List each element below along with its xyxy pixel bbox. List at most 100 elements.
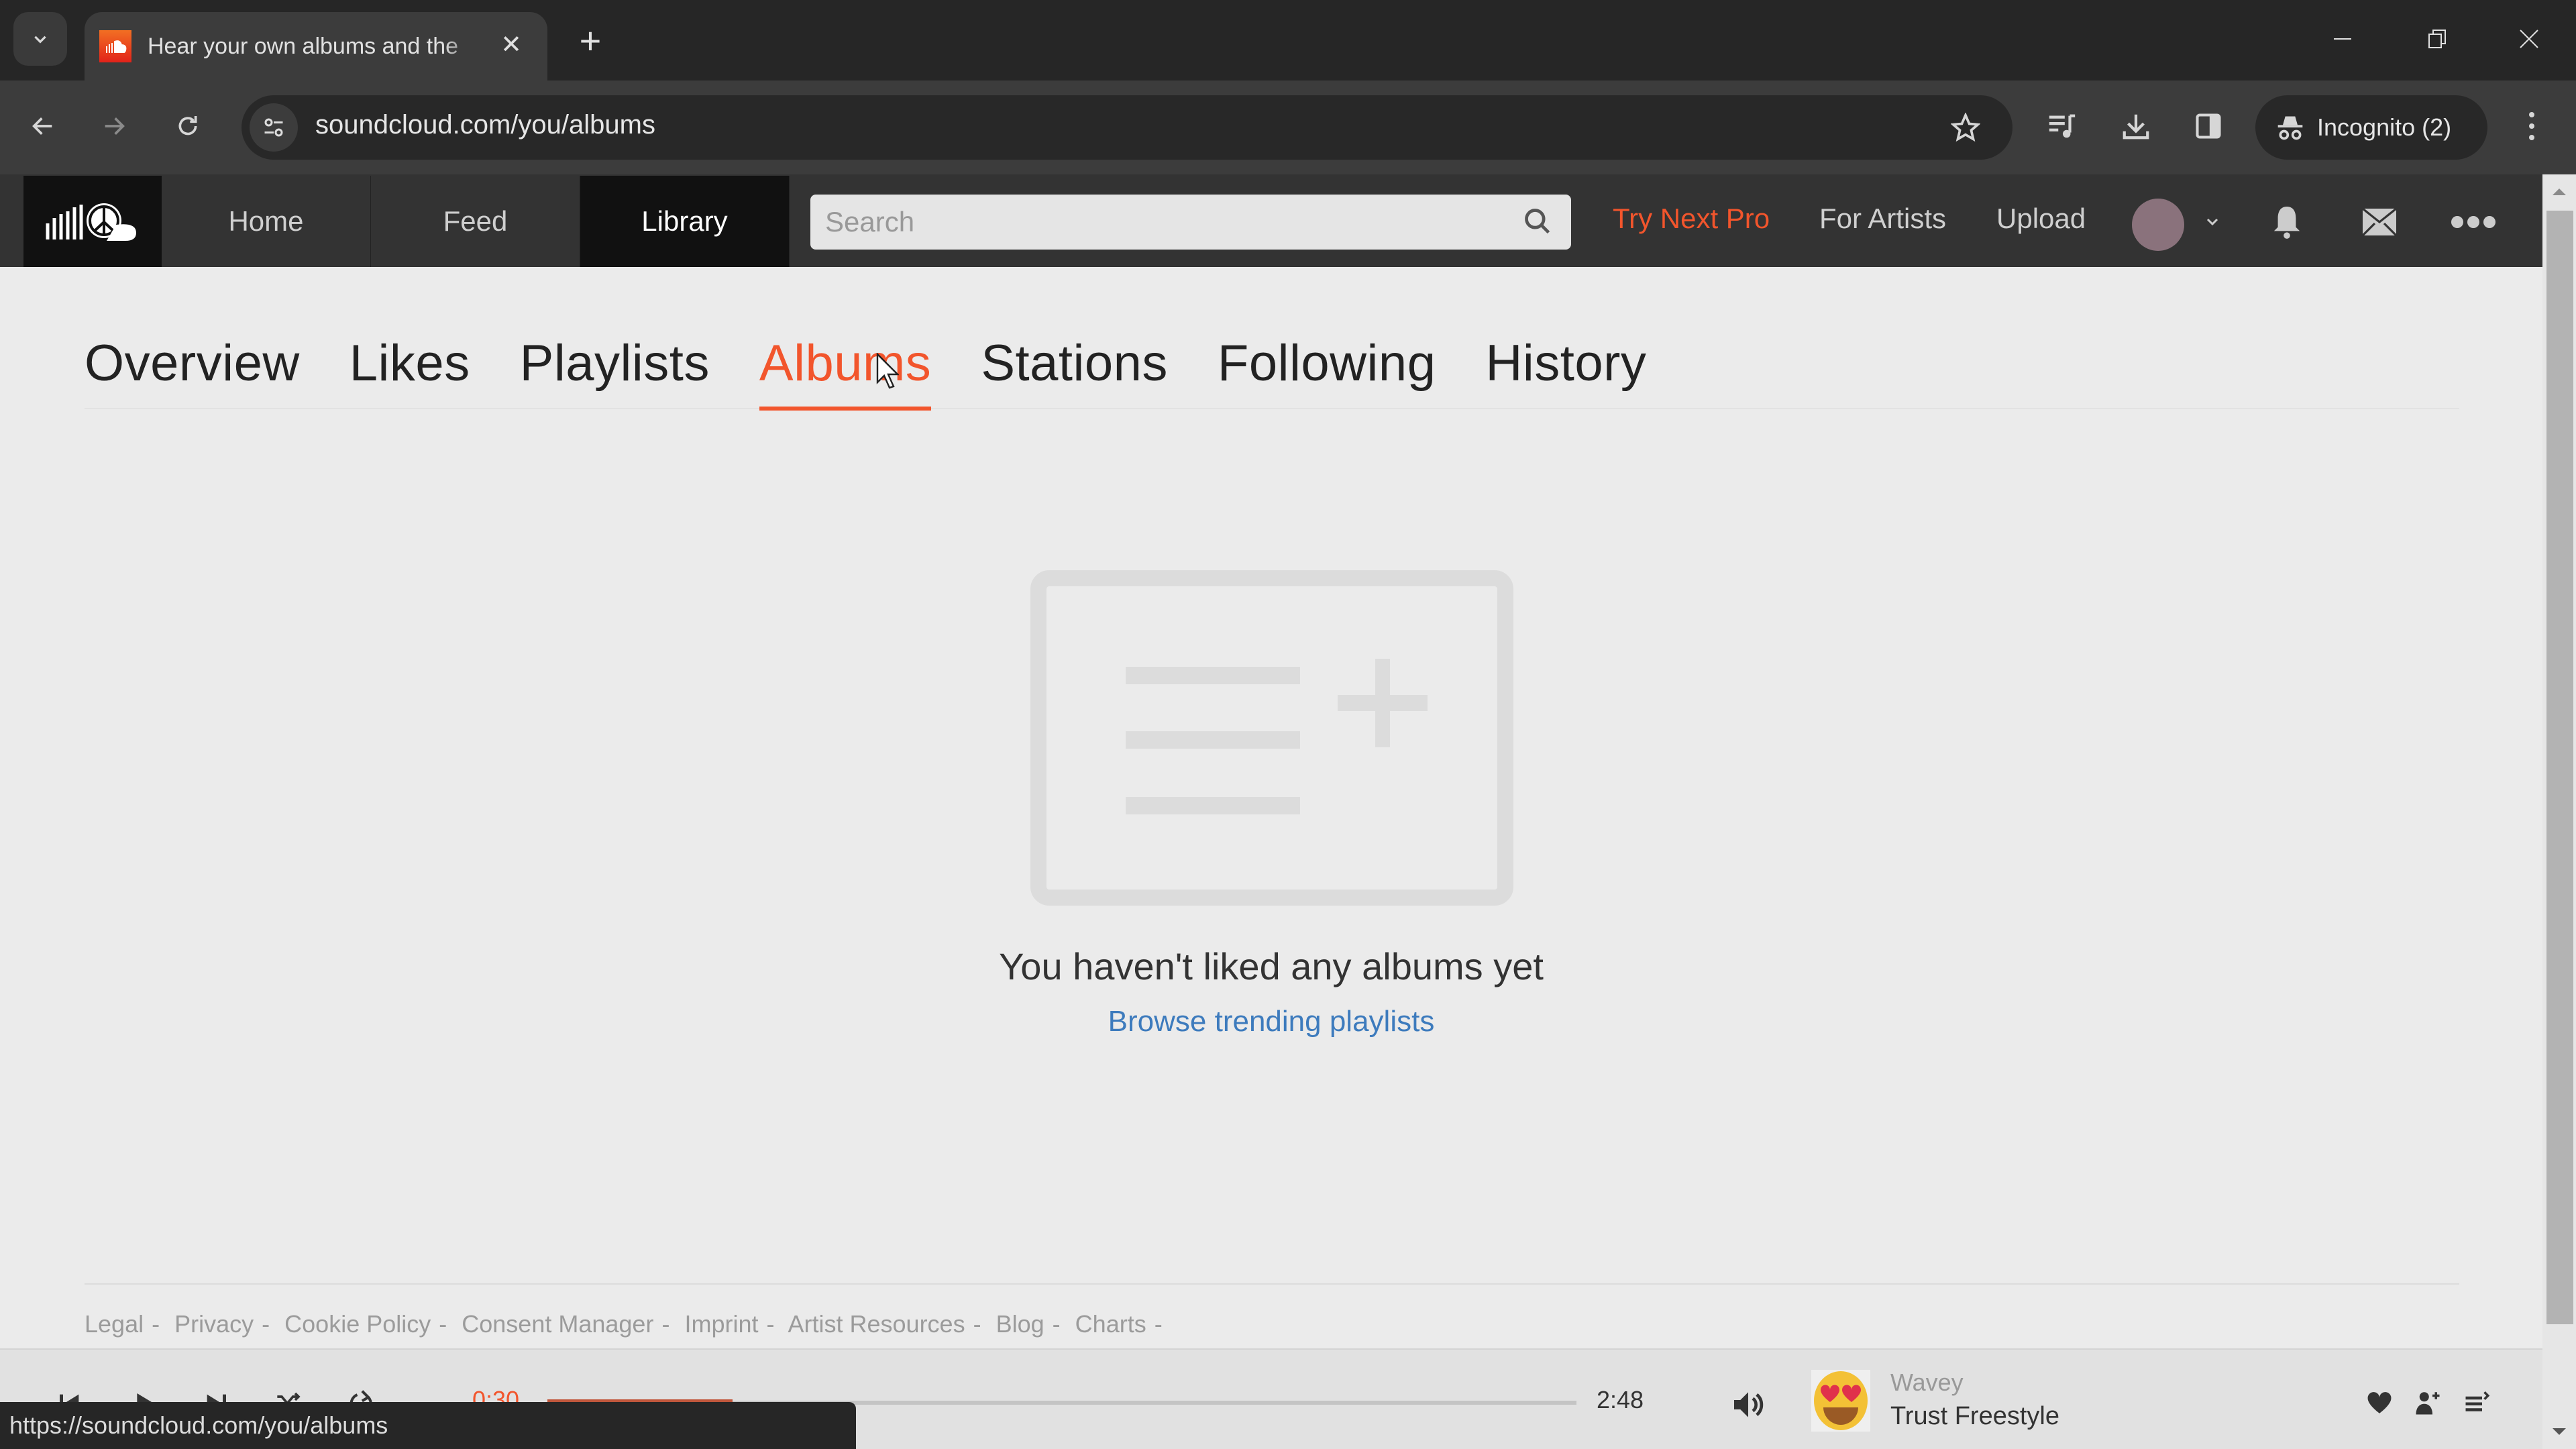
user-avatar[interactable] bbox=[2132, 199, 2184, 251]
footer-link-cookie-policy[interactable]: Cookie Policy bbox=[284, 1310, 431, 1338]
nav-library-label: Library bbox=[641, 205, 728, 237]
browser-toolbar: soundcloud.com/you/albums Incognito (2) bbox=[0, 80, 2576, 174]
tab-history[interactable]: History bbox=[1485, 334, 1646, 409]
page-scrollbar[interactable] bbox=[2542, 174, 2576, 1449]
tab-following[interactable]: Following bbox=[1218, 334, 1436, 409]
scroll-up-button[interactable] bbox=[2542, 178, 2576, 205]
soundcloud-favicon-icon bbox=[99, 30, 131, 62]
soundcloud-logo-icon bbox=[46, 203, 136, 241]
scrollbar-thumb[interactable] bbox=[2546, 211, 2573, 1324]
heart-eyes-emoji-icon bbox=[1814, 1371, 1868, 1430]
try-next-pro-link[interactable]: Try Next Pro bbox=[1613, 203, 1770, 235]
footer-link-artist-resources[interactable]: Artist Resources bbox=[788, 1310, 965, 1338]
tab-title: Hear your own albums and the bbox=[148, 33, 459, 59]
track-artist[interactable]: Wavey bbox=[1890, 1368, 1964, 1397]
tab-overview[interactable]: Overview bbox=[85, 334, 300, 409]
queue-button[interactable] bbox=[2458, 1383, 2497, 1422]
arrow-left-icon bbox=[32, 117, 52, 135]
footer-separator: - bbox=[1154, 1310, 1163, 1338]
more-vertical-icon bbox=[2529, 112, 2534, 140]
close-icon bbox=[2520, 30, 2538, 48]
tab-stations[interactable]: Stations bbox=[981, 334, 1168, 409]
music-queue-icon bbox=[2049, 114, 2076, 138]
upload-link[interactable]: Upload bbox=[1996, 203, 2086, 235]
like-button[interactable] bbox=[2360, 1383, 2399, 1422]
volume-icon bbox=[1734, 1392, 1764, 1417]
url-text: soundcloud.com/you/albums bbox=[315, 110, 655, 140]
bell-icon bbox=[2273, 207, 2300, 239]
follow-button[interactable] bbox=[2408, 1383, 2447, 1422]
incognito-icon bbox=[2277, 116, 2303, 140]
library-page: Overview Likes Playlists Albums Stations… bbox=[0, 267, 2542, 1348]
soundcloud-header: Home Feed Library Try Next Pro For Artis… bbox=[0, 174, 2542, 267]
nav-feed[interactable]: Feed bbox=[371, 176, 580, 267]
search-input[interactable] bbox=[810, 195, 1571, 250]
media-control-button[interactable] bbox=[2039, 103, 2085, 149]
minimize-icon bbox=[2334, 38, 2351, 40]
tab-search-button[interactable] bbox=[13, 12, 67, 66]
footer-link-legal[interactable]: Legal bbox=[85, 1310, 144, 1338]
restore-icon bbox=[2428, 30, 2446, 48]
nav-library[interactable]: Library bbox=[580, 176, 790, 267]
chevron-down-icon bbox=[2206, 218, 2218, 226]
link-status-tooltip: https://soundcloud.com/you/albums bbox=[0, 1402, 856, 1449]
search-button[interactable] bbox=[1517, 201, 1558, 241]
new-tab-button[interactable]: + bbox=[570, 19, 610, 62]
browser-tab-active[interactable]: Hear your own albums and the ✕ bbox=[85, 12, 547, 80]
queue-icon bbox=[2465, 1391, 2490, 1411]
footer-separator: - bbox=[439, 1310, 447, 1338]
star-icon bbox=[1951, 113, 1980, 142]
library-tabs: Overview Likes Playlists Albums Stations… bbox=[85, 334, 2459, 411]
for-artists-link[interactable]: For Artists bbox=[1819, 203, 1946, 235]
close-tab-icon[interactable]: ✕ bbox=[494, 27, 529, 62]
downloads-button[interactable] bbox=[2113, 103, 2159, 149]
tab-likes[interactable]: Likes bbox=[350, 334, 470, 409]
browser-tabstrip: Hear your own albums and the ✕ + bbox=[0, 0, 2576, 80]
more-menu-button[interactable] bbox=[2450, 199, 2497, 246]
restore-button[interactable] bbox=[2418, 19, 2458, 59]
nav-home-label: Home bbox=[228, 205, 304, 237]
footer-link-imprint[interactable]: Imprint bbox=[684, 1310, 758, 1338]
footer-separator: - bbox=[1052, 1310, 1061, 1338]
side-panel-icon bbox=[2196, 113, 2221, 139]
footer-links: Legal - Privacy - Cookie Policy - Consent M… bbox=[85, 1310, 1171, 1338]
bookmark-button[interactable] bbox=[1945, 107, 1986, 148]
user-menu-button[interactable] bbox=[2199, 208, 2226, 235]
nav-home[interactable]: Home bbox=[162, 176, 371, 267]
side-panel-button[interactable] bbox=[2186, 103, 2231, 149]
footer-link-blog[interactable]: Blog bbox=[996, 1310, 1044, 1338]
footer-separator: - bbox=[152, 1310, 160, 1338]
chevron-down-icon bbox=[34, 36, 46, 44]
forward-button[interactable] bbox=[89, 101, 140, 152]
notifications-button[interactable] bbox=[2263, 199, 2310, 246]
footer-link-charts[interactable]: Charts bbox=[1075, 1310, 1146, 1338]
volume-button[interactable] bbox=[1724, 1381, 1772, 1429]
reload-button[interactable] bbox=[162, 101, 213, 152]
download-icon bbox=[2123, 114, 2149, 140]
messages-button[interactable] bbox=[2356, 199, 2403, 246]
triangle-up-icon bbox=[2553, 189, 2566, 195]
incognito-profile-button[interactable]: Incognito (2) bbox=[2255, 95, 2487, 160]
mail-icon bbox=[2361, 207, 2398, 237]
footer-separator: - bbox=[661, 1310, 670, 1338]
footer-link-privacy[interactable]: Privacy bbox=[174, 1310, 254, 1338]
address-bar[interactable]: soundcloud.com/you/albums bbox=[241, 95, 2012, 160]
close-window-button[interactable] bbox=[2509, 19, 2549, 59]
track-artwork[interactable] bbox=[1811, 1370, 1870, 1432]
site-info-button[interactable] bbox=[250, 103, 298, 152]
back-button[interactable] bbox=[17, 101, 68, 152]
tab-albums[interactable]: Albums bbox=[759, 334, 932, 411]
more-horizontal-icon bbox=[2451, 216, 2496, 228]
footer-link-consent-manager[interactable]: Consent Manager bbox=[462, 1310, 653, 1338]
browse-trending-link[interactable]: Browse trending playlists bbox=[0, 1005, 2542, 1038]
track-title[interactable]: Trust Freestyle bbox=[1890, 1402, 2059, 1431]
arrow-right-icon bbox=[105, 117, 125, 135]
footer-separator: - bbox=[262, 1310, 270, 1338]
heart-icon bbox=[2367, 1392, 2392, 1413]
reload-icon bbox=[178, 116, 197, 136]
soundcloud-logo[interactable] bbox=[23, 176, 162, 267]
scroll-down-button[interactable] bbox=[2542, 1418, 2576, 1445]
tab-playlists[interactable]: Playlists bbox=[520, 334, 710, 409]
minimize-button[interactable] bbox=[2322, 19, 2363, 59]
browser-menu-button[interactable] bbox=[2509, 103, 2555, 149]
